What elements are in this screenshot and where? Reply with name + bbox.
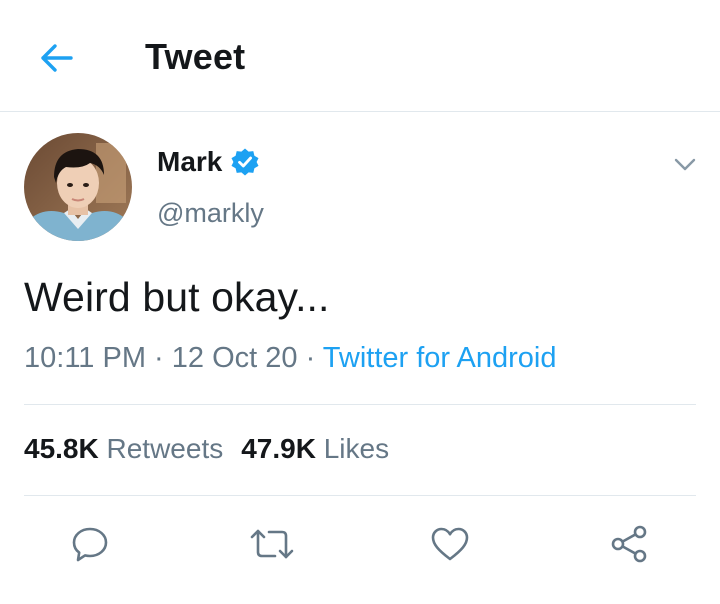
heart-icon [431, 527, 469, 561]
retweets-label: Retweets [106, 433, 224, 464]
author-handle[interactable]: @markly [157, 198, 264, 229]
tweet-menu-button[interactable] [668, 148, 702, 182]
meta-separator: · [297, 342, 323, 374]
share-icon [611, 525, 647, 563]
page-title: Tweet [145, 36, 246, 77]
author-name-row: Mark [157, 146, 260, 178]
tweet-text: Weird but okay... [24, 274, 330, 320]
reply-icon [72, 527, 108, 562]
likes-stat[interactable]: 47.9K Likes [241, 433, 389, 464]
arrow-left-icon [41, 44, 73, 72]
like-button[interactable] [428, 524, 472, 564]
likes-label: Likes [323, 433, 390, 464]
retweet-icon [250, 529, 294, 559]
retweet-button[interactable] [247, 524, 297, 564]
tweet-detail-screen: Tweet Mark @markly Weird but okay... 10:… [0, 0, 720, 604]
avatar-image [24, 133, 132, 241]
back-button[interactable] [30, 32, 82, 84]
engagement-stats: 45.8K Retweets 47.9K Likes [24, 433, 407, 465]
divider [24, 495, 696, 496]
retweets-stat[interactable]: 45.8K Retweets [24, 433, 223, 464]
reply-button[interactable] [68, 524, 112, 564]
tweet-time: 10:11 PM [24, 342, 146, 374]
divider [24, 404, 696, 405]
likes-count: 47.9K [241, 433, 316, 464]
tweet-date: 12 Oct 20 [171, 342, 298, 374]
top-bar: Tweet [0, 0, 720, 112]
meta-separator: · [145, 342, 172, 374]
verified-badge-icon [230, 147, 260, 177]
share-button[interactable] [608, 524, 652, 564]
tweet-metadata: 10:11 PM · 12 Oct 20 · Twitter for Andro… [24, 342, 556, 375]
tweet-source-link[interactable]: Twitter for Android [323, 342, 557, 374]
avatar[interactable] [24, 133, 132, 241]
author-name[interactable]: Mark [157, 146, 222, 178]
retweets-count: 45.8K [24, 433, 99, 464]
chevron-down-icon [674, 158, 696, 171]
